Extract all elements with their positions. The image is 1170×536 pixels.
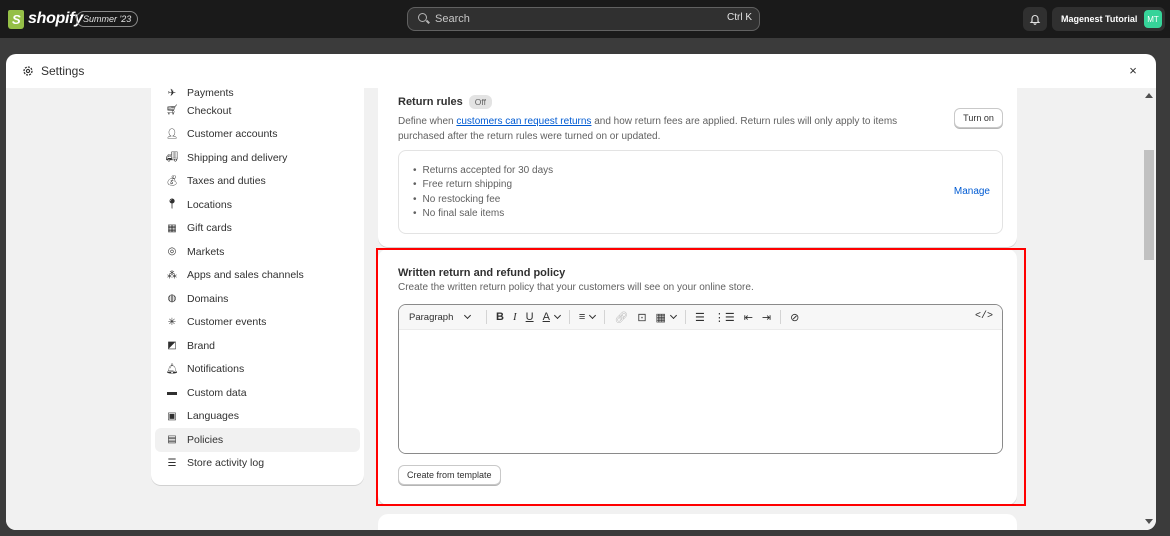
desc-text-before: Define when bbox=[398, 116, 457, 127]
sidebar-item-locations[interactable]: 📍︎ Locations bbox=[155, 193, 360, 217]
sidebar-item-label: Checkout bbox=[187, 104, 232, 117]
list-icon: ☰ bbox=[167, 457, 177, 469]
sidebar-item-customer-events[interactable]: ✳ Customer events bbox=[155, 311, 360, 335]
sidebar-item-store-activity-log[interactable]: ☰ Store activity log bbox=[155, 452, 360, 476]
edition-badge: Summer '23 bbox=[76, 11, 139, 27]
gift-card-icon: ▦ bbox=[167, 222, 177, 234]
sidebar-item-label: Notifications bbox=[187, 363, 245, 376]
avatar: MT bbox=[1144, 10, 1162, 28]
sidebar-item-gift-cards[interactable]: ▦ Gift cards bbox=[155, 217, 360, 241]
globe-icon: ◍ bbox=[167, 293, 177, 305]
shopify-bag-icon bbox=[8, 9, 24, 29]
search-bar[interactable]: Search Ctrl K bbox=[407, 7, 760, 31]
highlight-box bbox=[376, 248, 1026, 506]
truck-icon: 🚚︎ bbox=[165, 152, 179, 164]
sidebar-item-apps[interactable]: ⁂ Apps and sales channels bbox=[155, 264, 360, 288]
sidebar-item-label: Shipping and delivery bbox=[187, 151, 288, 164]
sparkle-icon: ✳ bbox=[167, 316, 177, 328]
scroll-down-icon[interactable] bbox=[1145, 519, 1153, 524]
scrollbar-thumb[interactable] bbox=[1144, 150, 1154, 260]
custom-data-icon: ▬ bbox=[167, 387, 177, 399]
return-rules-title: Return rules bbox=[398, 96, 463, 108]
customers-can-request-returns-link[interactable]: customers can request returns bbox=[456, 116, 591, 127]
notifications-button[interactable] bbox=[1023, 7, 1047, 31]
settings-sidebar: ✈ Payments 🛒︎ Checkout 👤︎ Customer accou… bbox=[151, 88, 364, 485]
sidebar-item-checkout[interactable]: 🛒︎ Checkout bbox=[155, 99, 360, 123]
list-item: Returns accepted for 30 days bbox=[413, 163, 554, 178]
top-bar: shopify Summer '23 Search Ctrl K Magenes… bbox=[0, 0, 1170, 38]
scroll-up-icon[interactable] bbox=[1145, 93, 1153, 98]
sidebar-item-languages[interactable]: ▣ Languages bbox=[155, 405, 360, 429]
search-icon bbox=[417, 12, 431, 26]
modal-header: Settings × bbox=[6, 54, 1156, 88]
return-rules-summary: Returns accepted for 30 days Free return… bbox=[398, 150, 1003, 234]
sidebar-item-taxes[interactable]: 💰︎ Taxes and duties bbox=[155, 170, 360, 194]
sidebar-item-label: Store activity log bbox=[187, 457, 265, 470]
sidebar-item-brand[interactable]: ◩ Brand bbox=[155, 334, 360, 358]
sidebar-item-label: Locations bbox=[187, 198, 232, 211]
sidebar-item-label: Policies bbox=[187, 433, 224, 446]
brand-icon: ◩ bbox=[167, 340, 177, 352]
sidebar-item-label: Custom data bbox=[187, 386, 247, 399]
policy-icon: ▤ bbox=[167, 434, 177, 446]
sidebar-item-custom-data[interactable]: ▬ Custom data bbox=[155, 381, 360, 405]
search-shortcut: Ctrl K bbox=[727, 12, 752, 23]
rules-list: Returns accepted for 30 days Free return… bbox=[413, 163, 554, 222]
person-icon: 👤︎ bbox=[165, 128, 179, 140]
status-badge: Off bbox=[468, 95, 492, 109]
return-rules-description: Define when customers can request return… bbox=[398, 115, 938, 144]
sidebar-item-label: Taxes and duties bbox=[187, 175, 266, 188]
sidebar-item-label: Customer accounts bbox=[187, 128, 278, 141]
sidebar-item-label: Apps and sales channels bbox=[187, 269, 304, 282]
bell-icon: 🔔︎ bbox=[165, 363, 179, 375]
sidebar-item-payments[interactable]: ✈ Payments bbox=[155, 88, 360, 99]
globe-icon: ◎ bbox=[167, 246, 177, 258]
bell-icon bbox=[1029, 15, 1041, 25]
sidebar-item-policies[interactable]: ▤ Policies bbox=[155, 428, 360, 452]
list-item: Free return shipping bbox=[413, 178, 553, 193]
sidebar-item-label: Customer events bbox=[187, 316, 267, 329]
language-icon: ▣ bbox=[167, 410, 177, 422]
return-rules-heading: Return rules Off bbox=[398, 95, 492, 109]
scrollbar[interactable] bbox=[1142, 88, 1156, 530]
apps-icon: ⁂ bbox=[167, 269, 177, 281]
turn-on-button[interactable]: Turn on bbox=[954, 108, 1003, 128]
next-policy-card bbox=[378, 514, 1017, 530]
sidebar-item-label: Payments bbox=[187, 88, 234, 99]
modal-title: Settings bbox=[41, 64, 85, 78]
tax-icon: 💰︎ bbox=[165, 175, 179, 187]
sidebar-item-domains[interactable]: ◍ Domains bbox=[155, 287, 360, 311]
user-name: Magenest Tutorial bbox=[1061, 14, 1138, 24]
location-pin-icon: 📍︎ bbox=[165, 199, 179, 211]
sidebar-item-label: Brand bbox=[187, 339, 216, 352]
return-rules-card: Return rules Off Define when customers c… bbox=[378, 88, 1017, 247]
sidebar-item-customer-accounts[interactable]: 👤︎ Customer accounts bbox=[155, 123, 360, 147]
payments-icon: ✈ bbox=[167, 88, 177, 99]
sidebar-item-label: Languages bbox=[187, 410, 239, 423]
cart-icon: 🛒︎ bbox=[165, 105, 179, 117]
close-button[interactable]: × bbox=[1126, 64, 1140, 78]
sidebar-item-notifications[interactable]: 🔔︎ Notifications bbox=[155, 358, 360, 382]
user-menu-button[interactable]: Magenest Tutorial MT bbox=[1052, 7, 1165, 31]
manage-link[interactable]: Manage bbox=[954, 186, 990, 197]
gear-icon bbox=[23, 66, 33, 76]
shopify-logo[interactable]: shopify bbox=[8, 9, 83, 29]
sidebar-item-shipping[interactable]: 🚚︎ Shipping and delivery bbox=[155, 146, 360, 170]
list-item: No restocking fee bbox=[413, 192, 553, 207]
sidebar-item-label: Markets bbox=[187, 245, 225, 258]
list-item: No final sale items bbox=[413, 207, 553, 222]
search-placeholder: Search bbox=[435, 13, 470, 25]
brand-name: shopify bbox=[28, 10, 83, 27]
sidebar-item-label: Domains bbox=[187, 292, 229, 305]
sidebar-item-markets[interactable]: ◎ Markets bbox=[155, 240, 360, 264]
sidebar-item-label: Gift cards bbox=[187, 222, 232, 235]
